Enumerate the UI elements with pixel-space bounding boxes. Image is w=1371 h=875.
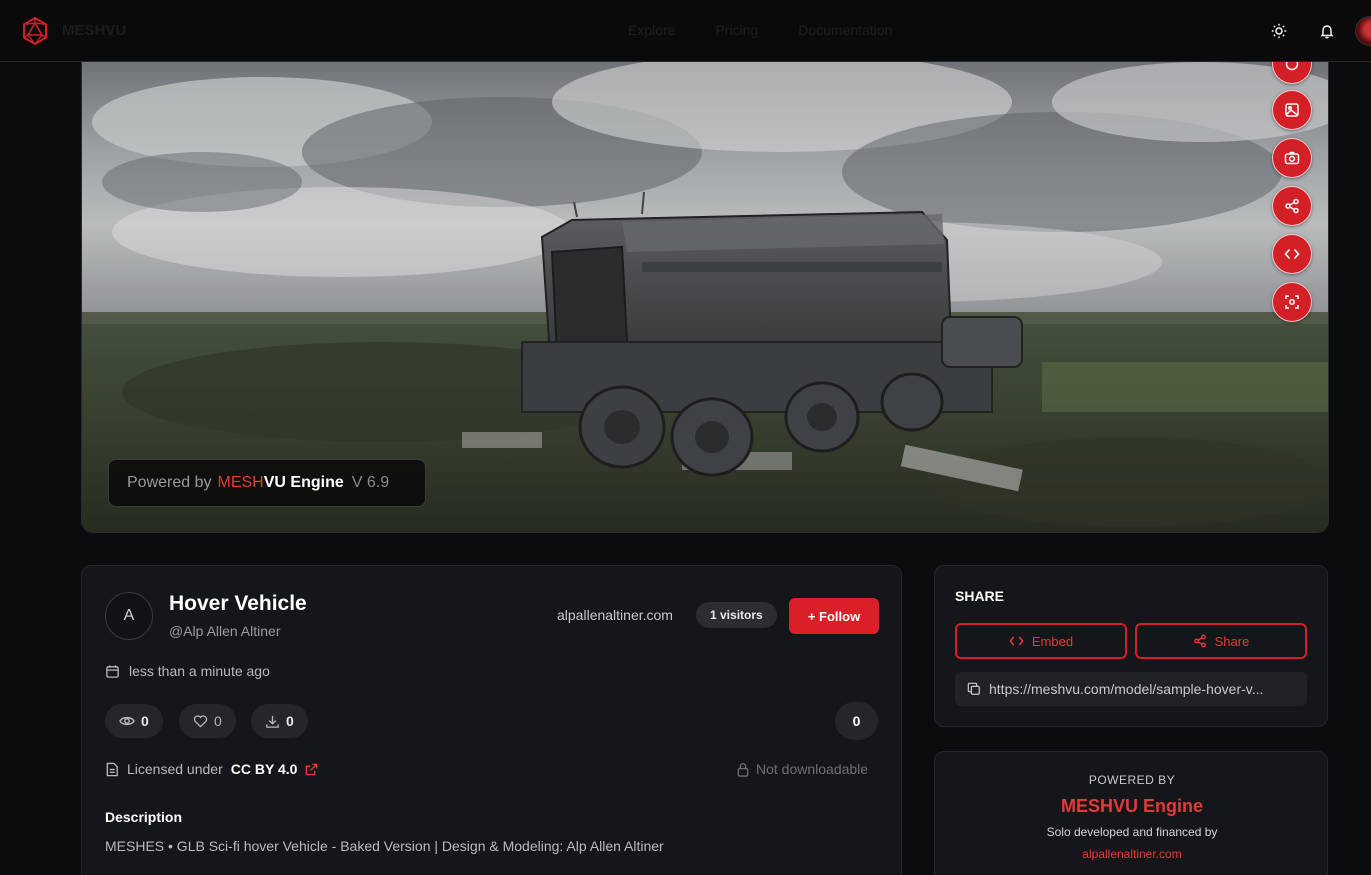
engine-version: V 6.9 [351, 474, 390, 491]
user-avatar[interactable] [1355, 16, 1371, 46]
external-link-icon[interactable] [305, 763, 318, 776]
background-image-button[interactable] [1272, 90, 1312, 130]
views-stat: 0 [105, 704, 163, 738]
upload-time-text: less than a minute ago [129, 663, 270, 679]
viewer-share-button[interactable] [1272, 186, 1312, 226]
top-bar: MESHVU Explore Pricing Documentation [0, 0, 1371, 62]
eye-icon [119, 716, 135, 726]
model-title: Hover Vehicle [169, 592, 307, 615]
author-website-link[interactable]: alpallenaltiner.com [557, 607, 673, 623]
download-icon [266, 715, 279, 728]
share-url-field[interactable]: https://meshvu.com/model/sample-hover-v.… [955, 672, 1307, 706]
description-heading: Description [105, 809, 183, 825]
lock-icon [737, 762, 749, 777]
downloads-count: 0 [286, 713, 294, 729]
powered-by-badge: Powered by MESH VU Engine V 6.9 [108, 459, 426, 507]
license-info: Licensed under CC BY 4.0 [105, 761, 318, 777]
powered-prefix: Powered by [127, 474, 212, 491]
brand-name[interactable]: MESHVU [62, 22, 126, 39]
logo-icon[interactable] [20, 16, 50, 46]
like-button[interactable]: 0 [179, 704, 236, 738]
code-icon [1284, 248, 1300, 260]
download-status-text: Not downloadable [756, 761, 869, 777]
share-label: Share [1214, 633, 1250, 649]
copy-icon[interactable] [967, 682, 981, 696]
author-handle[interactable]: @Alp Allen Altiner [169, 623, 281, 639]
calendar-icon [106, 664, 119, 678]
share-card: SHARE Embed Share https://meshvu.com/mod… [934, 565, 1328, 727]
share-heading: SHARE [955, 588, 1005, 604]
nav-item-explore[interactable]: Explore [628, 22, 675, 38]
theme-toggle-icon[interactable] [1268, 20, 1290, 42]
camera-icon [1284, 151, 1300, 165]
comments-count[interactable]: 0 [835, 702, 878, 740]
engine-author-link[interactable]: alpallenaltiner.com [935, 847, 1329, 861]
embed-button[interactable]: Embed [955, 623, 1127, 659]
nav-item-pricing[interactable]: Pricing [715, 22, 758, 38]
downloads-stat: 0 [251, 704, 308, 738]
visitors-badge: 1 visitors [696, 602, 777, 628]
powered-brand-red: MESH [217, 474, 264, 491]
author-avatar[interactable]: A [105, 592, 153, 640]
nav-item-docs[interactable]: Documentation [798, 22, 892, 38]
views-count: 0 [141, 713, 149, 729]
powered-by-card: POWERED BY MESHVU Engine Solo developed … [934, 751, 1328, 875]
download-status: Not downloadable [736, 761, 868, 777]
focus-button[interactable] [1272, 282, 1312, 322]
embed-label: Embed [1031, 633, 1074, 649]
powered-by-label: POWERED BY [1088, 773, 1176, 787]
powered-brand-white: VU Engine [263, 474, 344, 491]
reset-view-icon [1285, 62, 1299, 71]
share-icon [1285, 198, 1299, 214]
follow-button[interactable]: + Follow [789, 598, 879, 634]
document-icon [106, 762, 118, 776]
focus-icon [1285, 295, 1299, 309]
image-icon [1285, 103, 1299, 117]
license-link[interactable]: CC BY 4.0 [231, 761, 298, 777]
share-url-text: https://meshvu.com/model/sample-hover-v.… [989, 681, 1264, 697]
model-viewer[interactable]: Powered by MESH VU Engine V 6.9 [81, 62, 1329, 533]
share-icon [1193, 634, 1206, 648]
screenshot-button[interactable] [1272, 138, 1312, 178]
bell-icon[interactable] [1316, 20, 1338, 42]
license-prefix: Licensed under [127, 761, 223, 777]
code-icon [1009, 636, 1024, 646]
engine-name: MESHVU Engine [1060, 796, 1203, 816]
upload-time: less than a minute ago [105, 663, 270, 679]
model-info-card: A Hover Vehicle @Alp Allen Altiner alpal… [81, 565, 902, 875]
engine-credit: Solo developed and financed by [1046, 825, 1218, 839]
likes-count: 0 [214, 713, 222, 729]
share-button[interactable]: Share [1135, 623, 1307, 659]
viewer-embed-button[interactable] [1272, 234, 1312, 274]
heart-icon [193, 715, 208, 728]
description-text: MESHES • GLB Sci-fi hover Vehicle - Bake… [105, 838, 664, 854]
main-nav: Explore Pricing Documentation [628, 22, 892, 38]
